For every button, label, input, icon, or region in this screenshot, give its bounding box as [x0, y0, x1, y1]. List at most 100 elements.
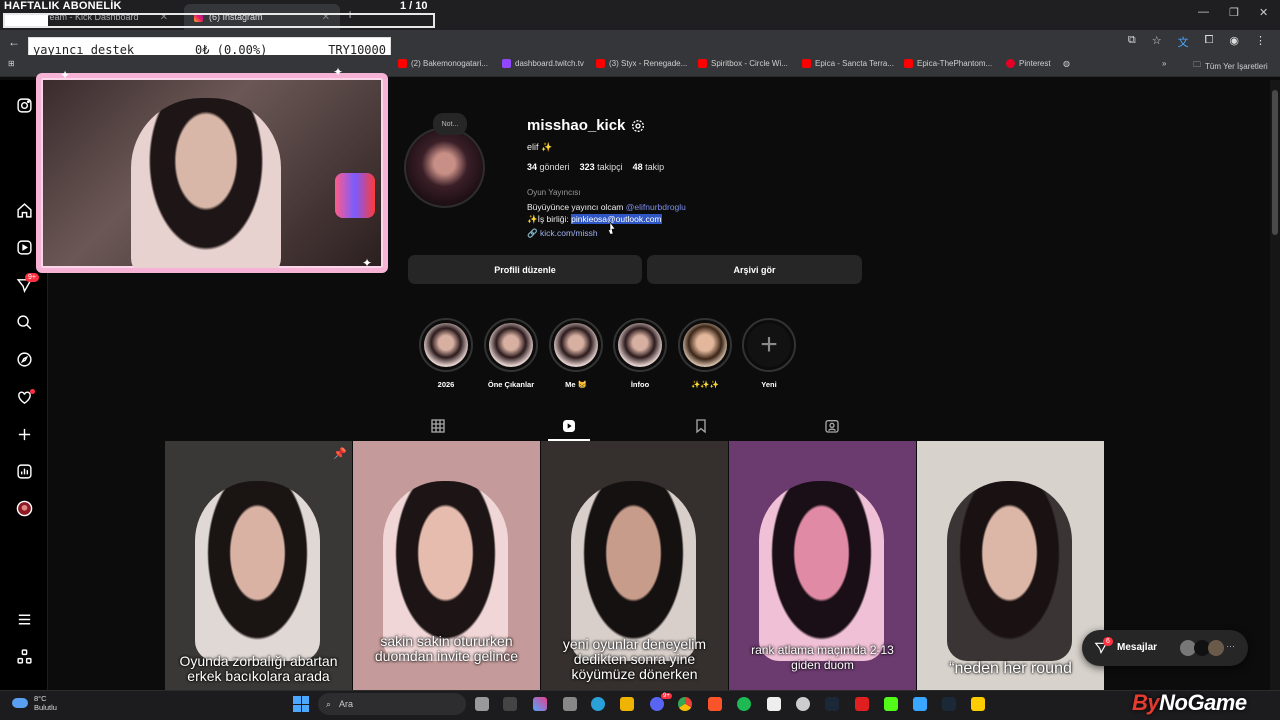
notification-badge: 9+: [25, 273, 39, 282]
explore-compass-icon[interactable]: [15, 350, 33, 368]
weather-widget[interactable]: 8°C Bulutlu: [12, 694, 57, 712]
reels-icon[interactable]: [15, 238, 33, 256]
reel-thumbnail[interactable]: sakin sakin otururken duomdan invite gel…: [353, 441, 540, 690]
app-icon[interactable]: [767, 697, 781, 711]
posts-count[interactable]: 34 gönderi: [527, 162, 570, 172]
menu-hamburger-icon[interactable]: [15, 610, 33, 628]
file-explorer-icon[interactable]: [620, 697, 634, 711]
following-count[interactable]: 48 takip: [633, 162, 665, 172]
steam-icon[interactable]: [942, 697, 956, 711]
youtube-icon: [904, 59, 913, 68]
messages-button[interactable]: 6 Mesajlar ···: [1082, 630, 1248, 666]
app-icon[interactable]: [855, 697, 869, 711]
reel-thumbnail[interactable]: Oyunda zorbalığı abartan erkek bacıkolar…: [165, 441, 352, 690]
install-app-icon[interactable]: ⧉: [1128, 34, 1136, 50]
sub-goal-count: 1 / 10: [400, 0, 428, 12]
scrollbar-thumb[interactable]: [1272, 90, 1278, 235]
view-archive-button[interactable]: Arşivi gör: [647, 255, 862, 284]
avatar: [1208, 640, 1224, 656]
app-icon[interactable]: [796, 697, 810, 711]
spotify-icon[interactable]: [737, 697, 751, 711]
highlight-cover: [618, 323, 662, 367]
start-button[interactable]: [293, 696, 309, 712]
photos-icon[interactable]: [563, 697, 577, 711]
copilot-icon[interactable]: [533, 697, 547, 711]
bookmarks-folder[interactable]: 🗀 Tüm Yer İşaretleri: [1193, 59, 1268, 73]
reel-caption: yeni oyunlar deneyelim dedikten sonra yi…: [562, 636, 707, 682]
minimize-icon[interactable]: —: [1198, 6, 1209, 18]
reel-thumbnail[interactable]: “neden her round: [917, 441, 1104, 690]
bio-mention-link[interactable]: @elifnurbdroglu: [626, 202, 686, 212]
windows-taskbar: [0, 690, 1280, 720]
instagram-logo-icon[interactable]: [15, 96, 33, 114]
extensions-icon[interactable]: ⧠: [1205, 34, 1214, 50]
bio-link[interactable]: 🔗 kick.com/missh: [527, 228, 598, 239]
translate-icon[interactable]: 文: [1178, 34, 1189, 50]
chrome-icon[interactable]: [678, 697, 692, 711]
bookmark-item[interactable]: (3) Styx - Renegade...: [596, 59, 687, 68]
saved-bookmark-icon[interactable]: [693, 418, 709, 434]
bio-line: Büyüyünce yayıncı olcam @elifnurbdroglu: [527, 202, 686, 212]
bookmark-item[interactable]: Spiritbox - Circle Wi...: [698, 59, 788, 68]
reels-tab-icon[interactable]: [561, 418, 577, 434]
sub-goal-title: HAFTALIK ABONELİK: [4, 0, 122, 12]
app-icon[interactable]: [503, 697, 517, 711]
app-icon[interactable]: [913, 697, 927, 711]
close-window-icon[interactable]: ✕: [1259, 6, 1268, 19]
edit-profile-button[interactable]: Profili düzenle: [408, 255, 642, 284]
tagged-icon[interactable]: [824, 418, 840, 434]
steam-icon[interactable]: [825, 697, 839, 711]
search-icon[interactable]: [15, 313, 33, 331]
dashboard-chart-icon[interactable]: [15, 462, 33, 480]
edge-icon[interactable]: [591, 697, 605, 711]
bookmark-item[interactable]: Epica - Sancta Terra...: [802, 59, 894, 68]
more-bookmarks-icon[interactable]: »: [1162, 59, 1166, 68]
reel-thumbnail[interactable]: rank atlama maçımda 2-13 giden duom: [729, 441, 916, 690]
brave-icon[interactable]: [708, 697, 722, 711]
bookmark-item[interactable]: dashboard.twitch.tv: [502, 59, 584, 68]
streamer-image: [131, 98, 281, 268]
pinned-icon: 📌: [333, 448, 347, 460]
note-bubble[interactable]: Not...: [433, 113, 467, 135]
maximize-icon[interactable]: ❐: [1229, 6, 1239, 19]
profile-avatar-icon[interactable]: [15, 499, 33, 517]
profile-category: Oyun Yayıncısı: [527, 188, 581, 197]
bookmark-item[interactable]: Pinterest: [1006, 59, 1051, 68]
highlight-item[interactable]: ✨✨✨: [678, 318, 732, 389]
create-plus-icon[interactable]: [15, 425, 33, 443]
kick-icon[interactable]: [884, 697, 898, 711]
messages-badge: 6: [1103, 637, 1113, 646]
also-from-meta-icon[interactable]: [15, 647, 33, 665]
menu-icon[interactable]: ⋮: [1255, 34, 1266, 50]
highlight-item[interactable]: Me 😸: [549, 318, 603, 389]
highlight-item[interactable]: Öne Çıkanlar: [484, 318, 538, 389]
profile-avatar[interactable]: ◉: [1229, 34, 1239, 50]
highlight-item[interactable]: 2026: [419, 318, 473, 389]
followers-count[interactable]: 323 takipçi: [580, 162, 623, 172]
globe-icon[interactable]: ◍: [1063, 59, 1070, 68]
webcam-overlay: [36, 73, 388, 273]
highlight-item[interactable]: İnfoo: [613, 318, 667, 389]
more-icon[interactable]: ···: [1226, 641, 1235, 651]
home-icon[interactable]: [15, 201, 33, 219]
bookmark-item[interactable]: Epica-ThePhantom...: [904, 59, 992, 68]
discord-icon[interactable]: [650, 697, 664, 711]
settings-gear-icon[interactable]: [630, 118, 646, 134]
bynogame-watermark: ByNoGame: [1132, 690, 1247, 715]
back-arrow-icon[interactable]: ←: [8, 35, 20, 49]
posts-grid-icon[interactable]: [430, 418, 446, 434]
sub-goal-bar: [3, 13, 435, 28]
apps-grid-icon[interactable]: ⊞: [8, 59, 15, 68]
star-icon: ✦: [362, 256, 373, 270]
app-icon[interactable]: [971, 697, 985, 711]
bio-line: ✨İş birliği: pinkieosa@outlook.com: [527, 214, 662, 224]
task-view-icon[interactable]: [475, 697, 489, 711]
reel-thumbnail[interactable]: yeni oyunlar deneyelim dedikten sonra yi…: [541, 441, 728, 690]
bookmark-star-icon[interactable]: ☆: [1152, 34, 1162, 50]
profile-avatar[interactable]: [404, 127, 485, 208]
new-highlight-button[interactable]: + Yeni: [742, 318, 796, 389]
bookmark-item[interactable]: (2) Bakemonogatari...: [398, 59, 488, 68]
rgb-microphone-image: [335, 173, 375, 218]
profile-stats: 34 gönderi 323 takipçi 48 takip: [527, 162, 664, 172]
taskbar-search[interactable]: ⌕ Ara: [318, 693, 466, 715]
